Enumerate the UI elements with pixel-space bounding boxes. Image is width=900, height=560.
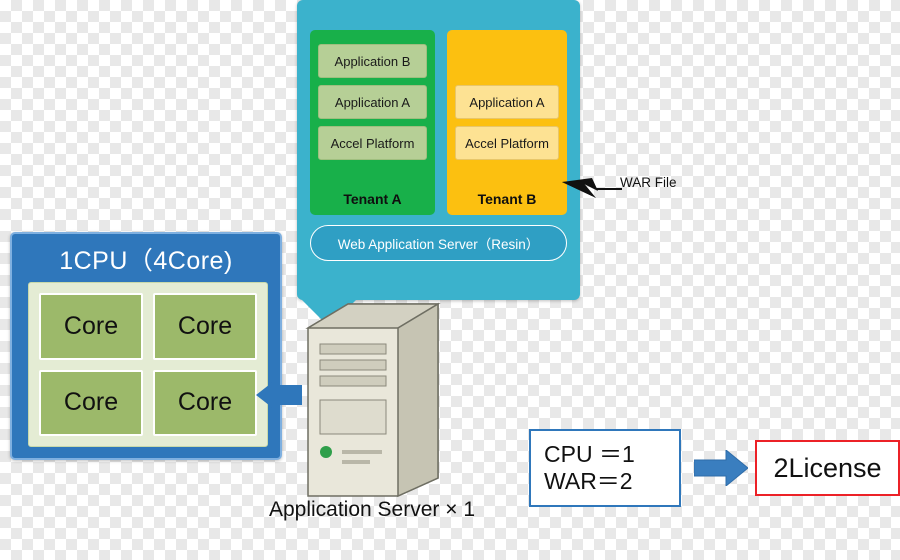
- cpu-war-summary-box: CPU ＝1 WAR＝2: [529, 429, 681, 507]
- license-result-label: 2License: [773, 452, 882, 483]
- tenant-b-application-a-box: Application A: [455, 85, 559, 119]
- tenant-a-application-a-label: Application A: [334, 94, 411, 110]
- war-file-label: WAR File: [620, 175, 677, 190]
- tenant-a-application-b-box: Application B: [318, 44, 427, 78]
- server-caption: Application Server × 1: [268, 498, 476, 521]
- tenant-a-container: Application B Application A Accel Platfo…: [310, 30, 435, 215]
- war-count-line: WAR＝2: [544, 468, 633, 494]
- tenant-b-label: Tenant B: [477, 191, 537, 207]
- core-grid: Core Core Core Core: [28, 282, 268, 447]
- cpu-panel: 1CPU（4Core) Core Core Core Core: [10, 232, 282, 460]
- war-file-arrow-icon: [562, 178, 598, 198]
- application-server-tower-icon: [305, 302, 441, 498]
- tenant-a-accel-platform-label: Accel Platform: [330, 135, 415, 151]
- web-application-server-label: Web Application Server（Resin）: [337, 237, 540, 252]
- core-cell-2: Core: [153, 293, 257, 360]
- tenant-a-application-a-box: Application A: [318, 85, 427, 119]
- web-application-server-bar: Web Application Server（Resin）: [310, 225, 567, 261]
- license-result-box: 2License: [755, 440, 900, 496]
- core-cell-1: Core: [39, 293, 143, 360]
- tenant-a-accel-platform-box: Accel Platform: [318, 126, 427, 160]
- core-cell-3: Core: [39, 369, 143, 436]
- tenant-b-application-a-label: Application A: [469, 94, 545, 110]
- tenant-b-container: Application A Accel Platform Tenant B: [447, 30, 567, 215]
- war-file-leader-line: [596, 188, 622, 190]
- result-arrow-icon: [694, 450, 748, 486]
- tenant-a-label: Tenant A: [343, 191, 402, 207]
- core-cell-4: Core: [153, 369, 257, 436]
- tenant-b-accel-platform-label: Accel Platform: [465, 135, 549, 151]
- cpu-panel-title: 1CPU（4Core): [59, 247, 233, 275]
- tenant-a-application-b-label: Application B: [334, 53, 411, 69]
- cpu-count-line: CPU ＝1: [544, 440, 635, 467]
- web-application-server-panel: Application B Application A Accel Platfo…: [297, 0, 580, 300]
- tenant-b-accel-platform-box: Accel Platform: [455, 126, 559, 160]
